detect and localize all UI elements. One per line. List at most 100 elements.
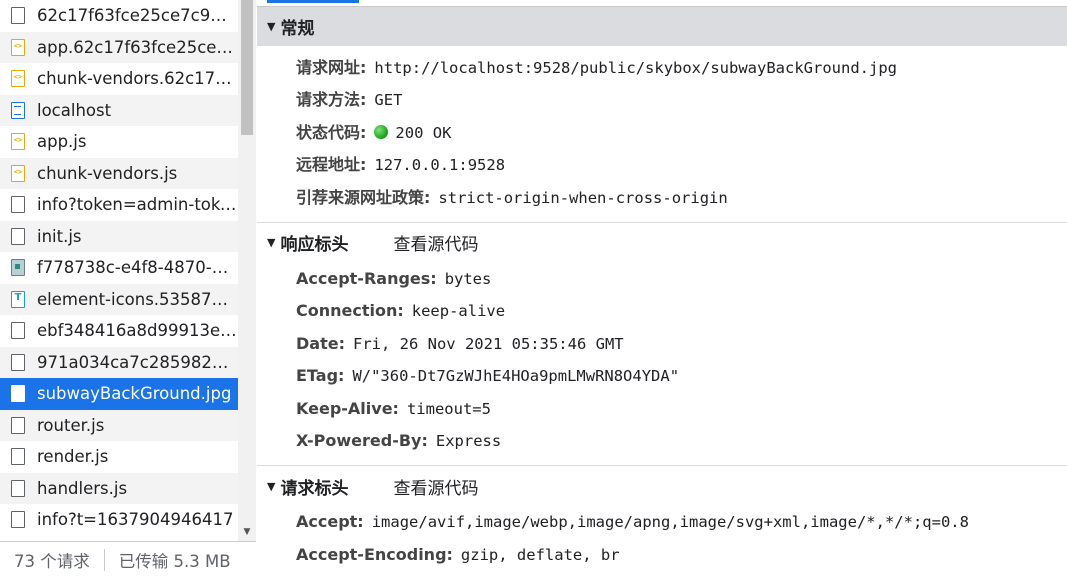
header-key: 请求方法: (296, 90, 367, 110)
expand-triangle-icon[interactable]: ▼ (267, 236, 275, 249)
header-value: GET (374, 91, 403, 110)
request-name: chunk-vendors.62c17f63... (37, 69, 237, 89)
header-value-wrap: Express (436, 425, 501, 457)
general-section-header[interactable]: ▼ 常规 (257, 6, 1067, 46)
request-row[interactable]: handlers.js (0, 472, 238, 504)
font-file-icon (11, 290, 25, 308)
header-value: 200 OK (395, 123, 452, 142)
header-value: http://localhost:9528/public/skybox/subw… (374, 59, 897, 77)
request-row[interactable]: init.js (0, 220, 238, 252)
request-row[interactable]: ebf348416a8d99913efb0... (0, 315, 238, 347)
request-name: app.js (37, 132, 87, 152)
general-section: ▼ 常规 请求网址: http://localhost:9528/public/s… (257, 6, 1067, 223)
header-row: Keep-Alive: timeout=5 (257, 393, 1067, 425)
request-list: 62c17f63fce25ce7c913.h... app.62c17f63fce… (0, 0, 238, 541)
request-name: app.62c17f63fce25ce7c9... (37, 37, 237, 57)
request-row[interactable]: app.js (0, 126, 238, 158)
generic-file-icon (11, 7, 25, 25)
header-value: 127.0.0.1:9528 (374, 156, 506, 175)
request-row[interactable]: info?t=1637904946417 (0, 504, 238, 536)
header-value-wrap: gzip, deflate, br (461, 539, 620, 571)
header-value: timeout=5 (406, 399, 491, 418)
request-view-source-link[interactable]: 查看源代码 (393, 474, 478, 499)
scroll-down-arrow-icon[interactable]: ▼ (238, 525, 256, 539)
request-name: ebf348416a8d99913efb0... (37, 321, 237, 341)
status-ok-dot-icon (374, 124, 389, 139)
request-row[interactable]: chunk-vendors.js (0, 157, 238, 189)
request-row[interactable]: f778738c-e4f8-4870-b63... (0, 252, 238, 284)
header-row: Accept-Encoding: gzip, deflate, br (257, 539, 1067, 571)
script-file-icon (11, 38, 25, 56)
header-key: Date: (296, 333, 345, 353)
header-value-wrap: image/avif,image/webp,image/apng,image/s… (372, 506, 969, 538)
request-name: subwayBackGround.jpg (37, 384, 232, 404)
request-row[interactable]: localhost (0, 94, 238, 126)
header-row: 远程地址: 127.0.0.1:9528 (257, 149, 1067, 181)
request-name: info?t=1637904946417 (37, 510, 234, 530)
header-value: W/"360-Dt7GzWJhE4HOa9pmLMwRN8O4YDA" (352, 367, 680, 386)
header-value: strict-origin-when-cross-origin (438, 188, 728, 207)
header-value-wrap: http://localhost:9528/public/skybox/subw… (374, 52, 897, 84)
request-row[interactable]: 62c17f63fce25ce7c913.h... (0, 0, 238, 32)
request-list-scrollbar[interactable]: ▼ (238, 0, 256, 541)
response-headers-title: 响应标头 (280, 235, 349, 256)
request-row[interactable]: info?token=admin-token (0, 189, 238, 221)
generic-file-icon (11, 196, 25, 214)
generic-file-icon (11, 479, 25, 497)
header-row: ETag: W/"360-Dt7GzWJhE4HOa9pmLMwRN8O4YDA" (257, 360, 1067, 392)
header-value-wrap: W/"360-Dt7GzWJhE4HOa9pmLMwRN8O4YDA" (352, 360, 679, 392)
header-value-wrap: GET (374, 84, 402, 116)
network-status-bar: 73 个请求 已传输 5.3 MB (0, 541, 256, 577)
header-value: bytes (444, 269, 492, 288)
header-key: Accept-Encoding: (296, 544, 453, 564)
request-row[interactable]: subwayBackGround.jpg (0, 378, 238, 410)
request-name: info?token=admin-token (37, 195, 237, 215)
script-file-icon (11, 70, 25, 88)
request-row[interactable]: 971a034ca7c285982025... (0, 346, 238, 378)
generic-file-icon (11, 416, 25, 434)
request-name: 971a034ca7c285982025... (37, 352, 237, 372)
request-headers-header[interactable]: ▼ 请求标头 查看源代码 (257, 466, 1067, 506)
response-headers-header[interactable]: ▼ 响应标头 查看源代码 (257, 223, 1067, 263)
header-value-wrap: strict-origin-when-cross-origin (438, 182, 727, 214)
transferred-size: 已传输 5.3 MB (118, 551, 231, 571)
generic-file-icon (11, 511, 25, 529)
expand-triangle-icon[interactable]: ▼ (267, 20, 275, 33)
header-row: X-Powered-By: Express (257, 425, 1067, 457)
generic-file-icon (11, 322, 25, 340)
header-value: keep-alive (411, 302, 506, 321)
active-tab-indicator (267, 0, 359, 3)
request-row[interactable]: chunk-vendors.62c17f63... (0, 63, 238, 95)
expand-triangle-icon[interactable]: ▼ (267, 480, 275, 493)
request-row[interactable]: element-icons.535877f5... (0, 283, 238, 315)
header-value: gzip, deflate, br (460, 545, 620, 564)
headers-detail-panel: ▼ 常规 请求网址: http://localhost:9528/public/s… (257, 0, 1067, 577)
header-row: Accept: image/avif,image/webp,image/apng,… (257, 506, 1067, 538)
header-key: 引荐来源网址政策: (296, 187, 431, 207)
header-row: Connection: keep-alive (257, 295, 1067, 327)
header-value-wrap: timeout=5 (407, 393, 491, 425)
generic-file-icon (11, 227, 25, 245)
request-row[interactable]: app.62c17f63fce25ce7c9... (0, 31, 238, 63)
response-view-source-link[interactable]: 查看源代码 (393, 230, 478, 255)
request-headers-section: ▼ 请求标头 查看源代码 Accept: image/avif,image/web… (257, 466, 1067, 571)
request-name: render.js (37, 447, 109, 467)
request-row[interactable]: router.js (0, 409, 238, 441)
header-row: Date: Fri, 26 Nov 2021 05:35:46 GMT (257, 328, 1067, 360)
header-key: Accept-Ranges: (296, 268, 437, 288)
header-key: 请求网址: (296, 58, 367, 77)
scrollbar-thumb[interactable] (241, 0, 253, 135)
general-rows: 请求网址: http://localhost:9528/public/skybox… (257, 46, 1067, 222)
generic-file-icon (11, 385, 25, 403)
header-value-wrap: bytes (445, 263, 492, 295)
request-name: element-icons.535877f5... (37, 289, 237, 309)
request-row[interactable]: render.js (0, 441, 238, 473)
header-value: Express (435, 431, 502, 450)
header-key: 远程地址: (296, 155, 367, 175)
script-file-icon (11, 164, 25, 182)
generic-file-icon (11, 448, 25, 466)
request-list-panel: 62c17f63fce25ce7c913.h... app.62c17f63fce… (0, 0, 256, 577)
header-value: Fri, 26 Nov 2021 05:35:46 GMT (352, 334, 624, 353)
header-row: Accept-Ranges: bytes (257, 263, 1067, 295)
header-row: 状态代码: 200 OK (257, 117, 1067, 149)
